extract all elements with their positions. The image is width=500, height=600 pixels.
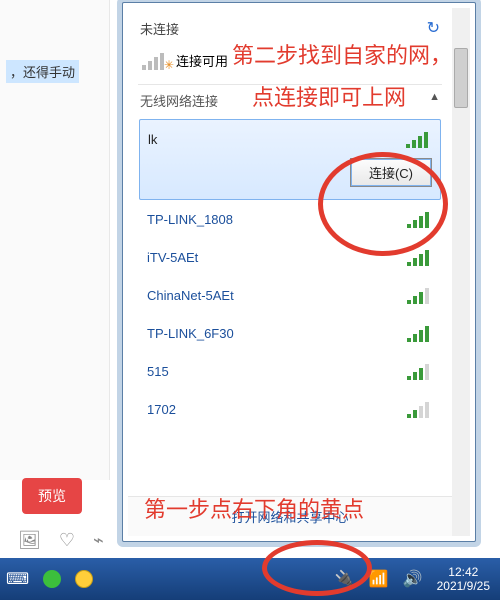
scrollbar-thumb[interactable] — [454, 48, 468, 108]
network-flyout: 未连接 ↻ ✳ 连接可用 无线网络连接 ▲ lk 连接(C) TP-LINK_180… — [122, 2, 476, 542]
connections-available-row: ✳ 连接可用 — [138, 42, 442, 84]
chevron-up-icon: ▲ — [429, 91, 440, 110]
network-item-1702[interactable]: 1702 — [139, 390, 441, 428]
plus-circle-icon[interactable] — [75, 570, 93, 588]
heart-icon[interactable]: ♡ — [59, 530, 75, 551]
network-tray-icon[interactable]: 📶 — [369, 569, 389, 589]
refresh-icon[interactable]: ↻ — [427, 18, 440, 38]
network-name: TP-LINK_1808 — [147, 212, 233, 227]
signal-bars-icon — [406, 130, 432, 148]
network-item-515[interactable]: 515 — [139, 352, 441, 390]
flyout-header: 未连接 — [140, 19, 179, 38]
flyout-scrollbar[interactable] — [452, 8, 470, 536]
network-item-ChinaNet-5AEt[interactable]: ChinaNet-5AEt — [139, 276, 441, 314]
keyboard-icon[interactable]: ⌨ — [6, 569, 29, 589]
signal-bars-icon — [407, 248, 433, 266]
signal-bars-icon — [407, 400, 433, 418]
network-name: 1702 — [147, 402, 176, 417]
taskbar: ⌨ 🔌 📶 🔊 12:42 2021/9/25 — [0, 558, 500, 600]
taskbar-clock[interactable]: 12:42 2021/9/25 — [437, 565, 494, 593]
wechat-icon[interactable] — [43, 570, 61, 588]
open-network-center-link[interactable]: 打开网络和共享中心 — [128, 496, 452, 536]
wireless-section-label: 无线网络连接 — [140, 91, 218, 110]
editor-bottom-toolbar: 🖼 ♡ ⌁ — [18, 530, 104, 551]
network-item-iTV-5AEt[interactable]: iTV-5AEt — [139, 238, 441, 276]
image-icon[interactable]: 🖼 — [18, 530, 41, 551]
network-name: 515 — [147, 364, 169, 379]
network-item-TP-LINK_1808[interactable]: TP-LINK_1808 — [139, 200, 441, 238]
connections-available-label: 连接可用 — [176, 51, 228, 70]
network-name: ChinaNet-5AEt — [147, 288, 234, 303]
signal-bars-icon — [407, 362, 433, 380]
open-network-center-label: 打开网络和共享中心 — [231, 510, 348, 525]
connect-button[interactable]: 连接(C) — [350, 158, 432, 187]
network-item-TP-LINK_6F30[interactable]: TP-LINK_6F30 — [139, 314, 441, 352]
wireless-section-header[interactable]: 无线网络连接 ▲ — [138, 84, 442, 118]
preview-button-label: 预览 — [38, 488, 66, 504]
network-item-lk[interactable]: lk 连接(C) — [139, 119, 441, 200]
network-list: lk 连接(C) TP-LINK_1808 iTV-5AEt ChinaNet-5AEt… — [138, 118, 442, 429]
pulse-icon[interactable]: ⌁ — [93, 530, 104, 551]
volume-icon[interactable]: 🔊 — [403, 569, 423, 589]
clock-date: 2021/9/25 — [437, 579, 490, 593]
network-name: iTV-5AEt — [147, 250, 198, 265]
preview-button[interactable]: 预览 — [22, 478, 82, 514]
signal-bars-icon — [407, 286, 433, 304]
editor-selected-text: ，还得手动 — [6, 60, 79, 83]
signal-bars-icon — [407, 210, 433, 228]
system-tray: 🔌 📶 🔊 12:42 2021/9/25 — [335, 565, 494, 593]
editor-left-pane: ，还得手动 — [0, 0, 110, 480]
power-icon[interactable]: 🔌 — [335, 569, 355, 589]
network-name: TP-LINK_6F30 — [147, 326, 234, 341]
signal-icon: ✳ — [142, 50, 168, 70]
sun-overlay-icon: ✳ — [164, 58, 174, 72]
signal-bars-icon — [407, 324, 433, 342]
clock-time: 12:42 — [437, 565, 490, 579]
network-name: lk — [148, 132, 157, 147]
